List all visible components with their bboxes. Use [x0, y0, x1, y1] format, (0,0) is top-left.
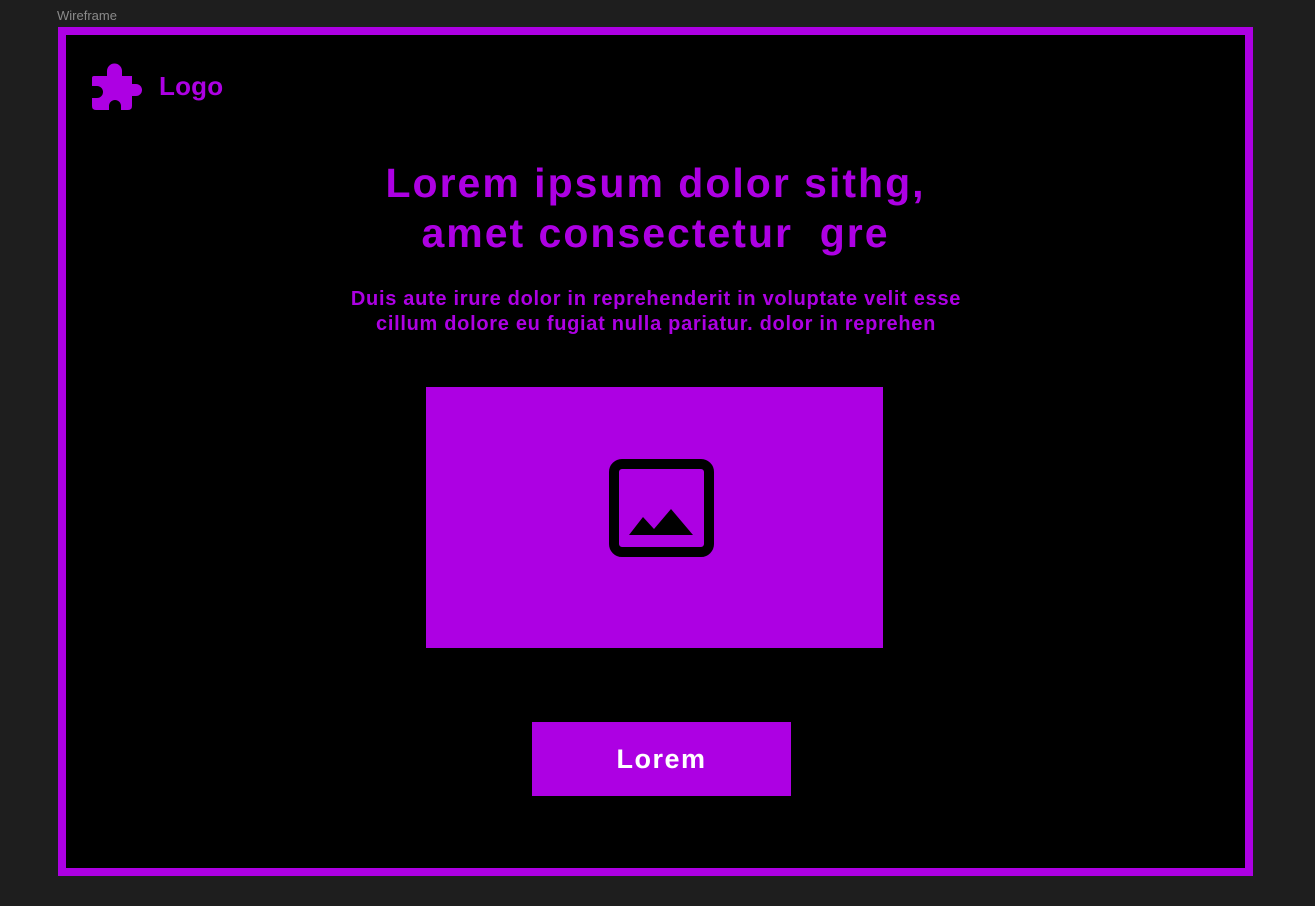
cta-button[interactable]: Lorem — [532, 722, 791, 796]
headline-line-1: Lorem ipsum dolor sithg, — [385, 160, 926, 206]
logo-text: Logo — [159, 70, 224, 101]
image-placeholder — [426, 387, 883, 648]
frame-label: Wireframe — [57, 8, 117, 23]
headline-line-2: amet consectetur gre — [421, 210, 890, 256]
logo[interactable]: Logo — [90, 60, 223, 112]
wireframe-frame: Logo Lorem ipsum dolor sithg, amet conse… — [58, 27, 1253, 876]
hero-subtext: Duis aute irure dolor in reprehenderit i… — [350, 288, 962, 335]
hero-headline: Lorem ipsum dolor sithg, amet consectetu… — [66, 158, 1245, 258]
image-icon — [609, 459, 714, 557]
puzzle-piece-icon — [92, 63, 142, 110]
